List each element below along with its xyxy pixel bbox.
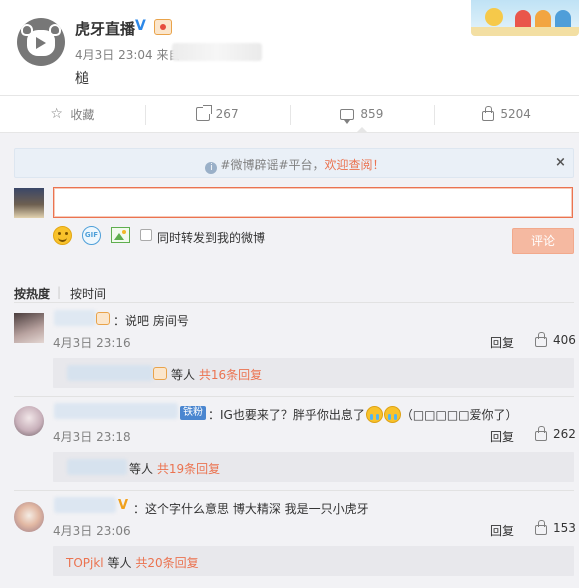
comment-avatar[interactable] <box>14 406 44 436</box>
play-icon <box>36 37 46 49</box>
gif-icon[interactable]: GIF <box>82 226 101 245</box>
sub-replies-suffix: 等人 <box>107 556 132 570</box>
comment-avatar[interactable] <box>14 502 44 532</box>
comment-text: ：IG也要来了？胖乎你出息了 （□□□□□爱你了） <box>208 406 518 423</box>
replier-names-blurred <box>67 459 127 475</box>
medal-badge-icon <box>153 367 167 380</box>
notice-text: i #微博辟谣#平台，欢迎查阅！ <box>15 156 575 174</box>
verified-icon: V <box>135 18 146 34</box>
comment-time: 4月3日 23:18 <box>53 430 131 444</box>
verified-icon: V <box>118 498 129 513</box>
sub-replies-summary: TOPjkl 等人 共20条回复 <box>66 554 199 571</box>
sort-by-time-tab[interactable]: 按时间 <box>70 285 106 302</box>
divider <box>14 490 574 491</box>
replier-names-blurred <box>67 365 153 381</box>
rumor-notice: i #微博辟谣#平台，欢迎查阅！ × <box>14 148 574 178</box>
comment-button[interactable]: 859 <box>289 96 435 133</box>
comment-like-count: 153 <box>553 521 576 535</box>
thumbs-up-icon <box>535 332 547 347</box>
sub-replies-link[interactable]: 共20条回复 <box>135 556 198 570</box>
sub-replies-summary: 等人 共16条回复 <box>171 366 262 383</box>
emoji-icon[interactable] <box>53 226 72 245</box>
comment-like-count: 406 <box>553 333 576 347</box>
post-text: 槌 <box>75 71 89 87</box>
divider <box>14 396 574 397</box>
sub-replies-link[interactable]: 共19条回复 <box>157 462 220 476</box>
sun-icon <box>485 8 503 26</box>
commenter-name-blurred[interactable] <box>54 403 178 419</box>
comment-like-button[interactable]: 262 <box>535 426 576 441</box>
sub-replies-box: 等人 共19条回复 <box>53 452 574 482</box>
sub-replier-name[interactable]: TOPjkl <box>66 556 104 570</box>
close-icon[interactable]: × <box>555 155 566 170</box>
sub-replies-box: 等人 共16条回复 <box>53 358 574 388</box>
comment-like-button[interactable]: 153 <box>535 520 576 535</box>
sub-replies-summary: 等人 共19条回复 <box>129 460 220 477</box>
like-count: 5204 <box>500 107 531 121</box>
share-count: 267 <box>215 107 239 121</box>
comment-time: 4月3日 23:16 <box>53 336 131 350</box>
sort-separator: | <box>57 285 62 299</box>
notice-link[interactable]: 欢迎查阅！ <box>325 158 385 172</box>
comment-text: ：这个字什么意思 博大精深 我是一只小虎牙 <box>133 502 369 516</box>
current-user-avatar[interactable] <box>14 188 44 218</box>
sub-replies-suffix: 等人 <box>171 368 196 382</box>
sand-strip <box>471 27 579 36</box>
thumbs-up-icon <box>535 520 547 535</box>
commenter-name-blurred[interactable] <box>54 497 116 513</box>
fan-badge: 铁粉 <box>180 406 206 420</box>
favorite-button[interactable]: ☆ 收藏 <box>0 96 145 132</box>
comment-avatar[interactable] <box>14 313 44 343</box>
crying-emoji-icon <box>383 406 401 423</box>
divider <box>14 302 574 303</box>
comment-count: 859 <box>360 107 384 121</box>
forward-label[interactable]: 同时转发到我的微博 <box>157 229 265 246</box>
reply-button[interactable]: 回复 <box>490 334 514 351</box>
commenter-name-blurred[interactable] <box>54 310 96 326</box>
notice-prefix: #微博辟谣#平台， <box>220 158 325 172</box>
submit-comment-button[interactable]: 评论 <box>512 228 574 254</box>
comment-like-button[interactable]: 406 <box>535 332 576 347</box>
author-name[interactable]: 虎牙直播 <box>75 18 135 39</box>
crying-emoji-icon <box>365 406 383 423</box>
comment-text: ：说吧 房间号 <box>113 314 189 328</box>
comment-text-tail: （□□□□□爱你了） <box>400 408 518 422</box>
share-icon <box>195 105 212 121</box>
decoration-card-image <box>471 0 579 36</box>
medal-badge-icon <box>96 312 110 325</box>
star-icon: ☆ <box>50 106 63 122</box>
comment-input[interactable] <box>53 187 573 218</box>
comment-text-main: ：IG也要来了？胖乎你出息了 <box>208 408 365 422</box>
thumbs-up-icon <box>482 106 495 121</box>
share-button[interactable]: 267 <box>144 96 290 132</box>
favorite-label: 收藏 <box>70 107 95 122</box>
comment-time: 4月3日 23:06 <box>53 524 131 538</box>
like-button[interactable]: 5204 <box>434 96 579 132</box>
info-icon: i <box>205 162 218 174</box>
thumbs-up-icon <box>535 426 547 441</box>
comment-icon <box>340 108 355 124</box>
post-source-blurred <box>172 43 262 61</box>
action-bar: ☆ 收藏 267 859 5204 <box>0 95 579 133</box>
forward-checkbox[interactable] <box>140 229 152 241</box>
sub-replies-link[interactable]: 共16条回复 <box>199 368 262 382</box>
author-avatar[interactable] <box>17 18 65 66</box>
sub-replies-box: TOPjkl 等人 共20条回复 <box>53 546 574 576</box>
image-icon[interactable] <box>111 227 130 243</box>
comment-like-count: 262 <box>553 427 576 441</box>
post-time[interactable]: 4月3日 23:04 来自 <box>75 46 180 63</box>
sort-by-hot-tab[interactable]: 按热度 <box>14 285 50 302</box>
sub-replies-suffix: 等人 <box>129 462 154 476</box>
reply-button[interactable]: 回复 <box>490 428 514 445</box>
reply-button[interactable]: 回复 <box>490 522 514 539</box>
medal-badge-icon[interactable] <box>154 19 172 35</box>
